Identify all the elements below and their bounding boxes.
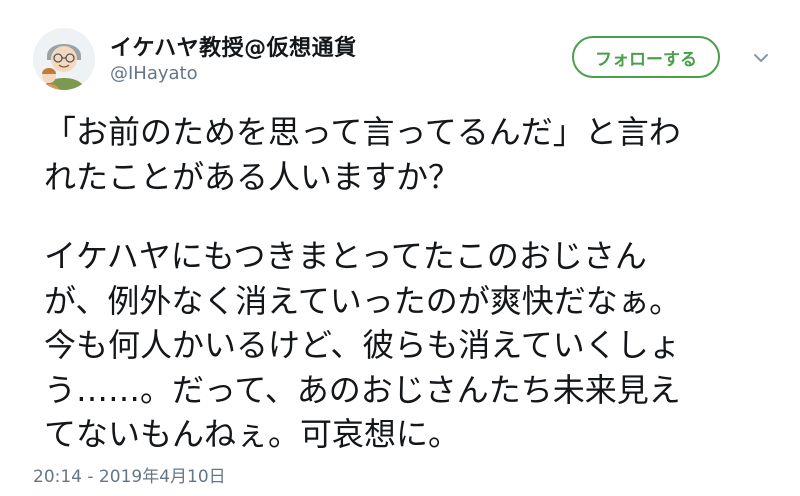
tweet-text-line: イケハヤにもつきまとってたこのおじさん [44, 237, 647, 275]
tweet-text: 「お前のためを思って言ってるんだ」と言わ れたことがある人いますか？ イケハヤに… [44, 110, 784, 457]
follow-button[interactable]: フォローする [572, 36, 720, 78]
author-handle[interactable]: @IHayato [110, 63, 198, 84]
author-display-name[interactable]: イケハヤ教授@仮想通貨 [110, 30, 357, 62]
tweet-text-line: 今も何人かいるけど、彼らも消えていくしょ [44, 326, 681, 364]
avatar[interactable] [33, 28, 95, 90]
tweet-text-line: が、例外なく消えていったのが爽快だなぁ。 [44, 281, 682, 320]
tweet-text-line: てないもんねぇ。可哀想に。 [44, 415, 461, 453]
avatar-illustration-icon [33, 28, 95, 90]
tweet-text-line: れたことがある人いますか？ [44, 157, 461, 196]
tweet-text-line: う……。だって、あのおじさんたち未来見え [44, 370, 681, 409]
tweet-timestamp[interactable]: 20:14 - 2019年4月10日 [33, 462, 226, 487]
tweet-card: イケハヤ教授@仮想通貨 @IHayato フォローする 「お前のためを思って言っ… [0, 0, 800, 496]
chevron-down-icon[interactable] [750, 47, 772, 69]
tweet-text-line: 「お前のためを思って言ってるんだ」と言わ [44, 113, 681, 151]
